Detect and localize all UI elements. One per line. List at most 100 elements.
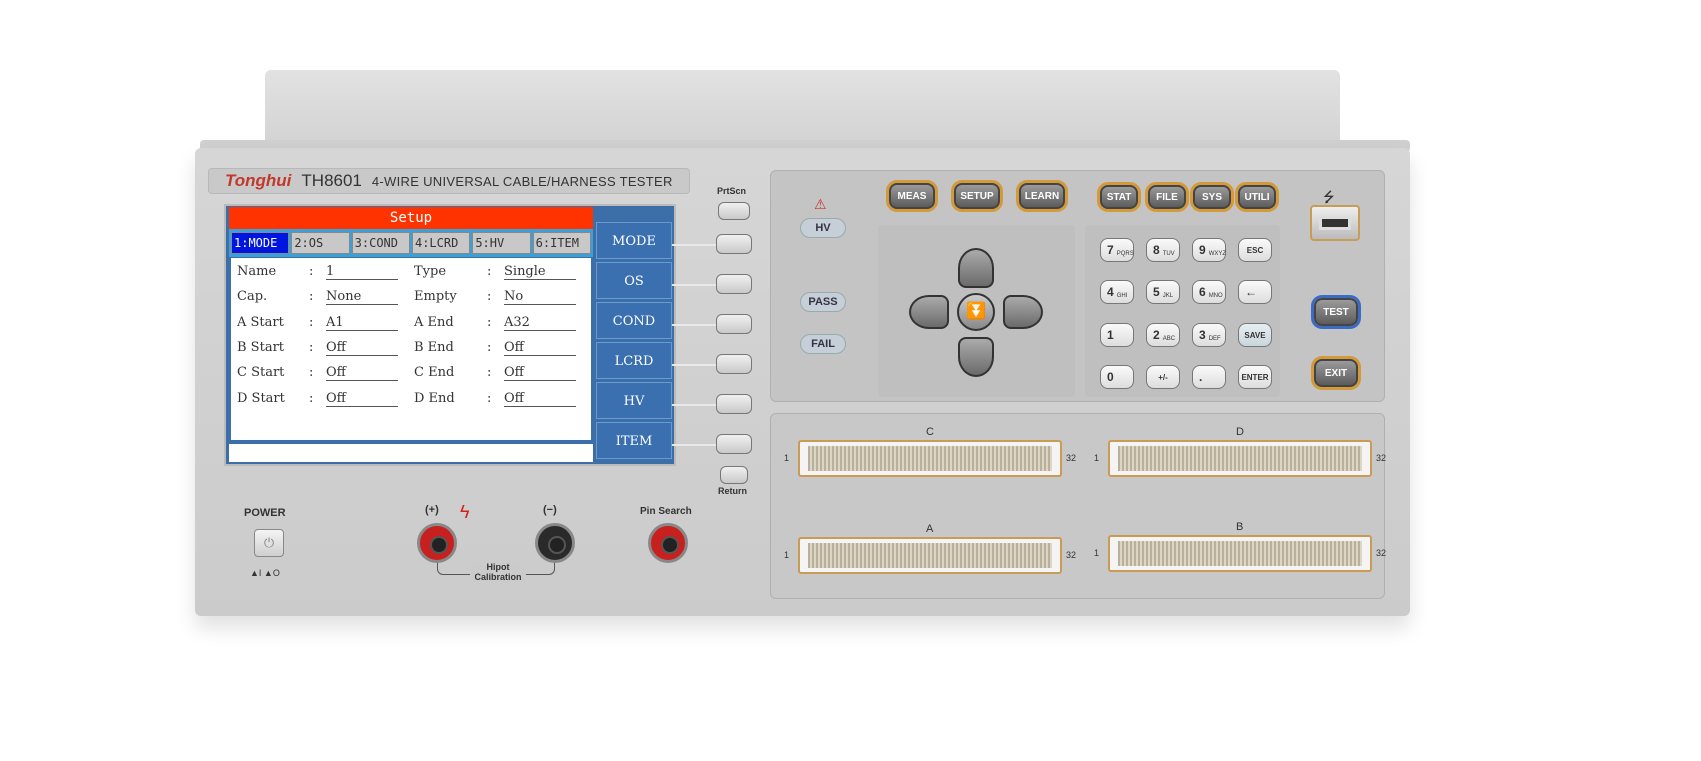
- field-colon: :: [487, 314, 492, 330]
- connector-end-pin: 32: [1066, 550, 1077, 560]
- field-label: A Start: [237, 314, 284, 330]
- connector-start-pin: 1: [1094, 453, 1100, 463]
- side-softkey-button[interactable]: [716, 394, 752, 414]
- keypad-key[interactable]: 5 JKL: [1146, 280, 1180, 304]
- tab-cond[interactable]: 3:COND: [351, 232, 410, 254]
- field-label: D End: [414, 390, 455, 406]
- softkey-lcrd[interactable]: LCRD: [596, 342, 672, 379]
- connector-label: B: [1236, 521, 1244, 533]
- form-row: Name : 1 Type : Single: [237, 264, 587, 286]
- side-softkey-button[interactable]: [716, 314, 752, 334]
- left-arrow-key[interactable]: [909, 295, 949, 329]
- softkey-item[interactable]: ITEM: [596, 422, 672, 459]
- exit-key[interactable]: EXIT: [1314, 359, 1358, 387]
- tab-item[interactable]: 6:ITEM: [532, 232, 591, 254]
- keypad-key[interactable]: 1: [1100, 323, 1134, 347]
- keypad-key[interactable]: ESC: [1238, 238, 1272, 262]
- prtscn-button[interactable]: [718, 202, 750, 220]
- field-value[interactable]: Off: [326, 340, 398, 356]
- keypad-key[interactable]: 7 PQRS: [1100, 238, 1134, 262]
- connector-c[interactable]: [798, 440, 1062, 477]
- file-key[interactable]: FILE: [1148, 185, 1186, 209]
- field-value[interactable]: Off: [504, 365, 576, 382]
- key-label: 6: [1199, 285, 1206, 299]
- usb-port[interactable]: [1310, 205, 1360, 241]
- hipot-minus-terminal[interactable]: [535, 523, 575, 563]
- softkey-column: MODE OS COND LCRD HV ITEM: [596, 222, 672, 462]
- down-arrow-key[interactable]: [958, 337, 994, 377]
- field-value[interactable]: Off: [326, 391, 398, 407]
- side-softkey-button[interactable]: [716, 434, 752, 454]
- softkey-hv[interactable]: HV: [596, 382, 672, 419]
- double-chevron-down-icon: ⏬: [966, 303, 986, 320]
- softkey-cond[interactable]: COND: [596, 302, 672, 339]
- field-value[interactable]: 1: [326, 264, 398, 280]
- enter-down-key[interactable]: ⏬: [957, 293, 995, 331]
- tab-os[interactable]: 2:OS: [291, 232, 350, 254]
- fail-indicator: FAIL: [800, 334, 846, 354]
- field-colon: :: [309, 390, 314, 406]
- learn-key[interactable]: LEARN: [1019, 183, 1065, 209]
- up-arrow-key[interactable]: [958, 248, 994, 288]
- keypad-key[interactable]: +/-: [1146, 365, 1180, 389]
- side-softkey-button[interactable]: [716, 354, 752, 374]
- right-arrow-key[interactable]: [1003, 295, 1043, 329]
- keypad-key[interactable]: 6 MNO: [1192, 280, 1226, 304]
- connector-end-pin: 32: [1376, 548, 1387, 558]
- keypad-key[interactable]: ←: [1238, 280, 1272, 304]
- field-value[interactable]: A32: [504, 315, 576, 331]
- connector-start-pin: 1: [784, 550, 790, 560]
- tab-mode[interactable]: 1:MODE: [231, 232, 290, 254]
- key-label: ENTER: [1241, 372, 1269, 382]
- tab-lcrd[interactable]: 4:LCRD: [411, 232, 471, 254]
- connector-d[interactable]: [1108, 440, 1372, 477]
- connector-b[interactable]: [1108, 535, 1372, 572]
- keypad-key[interactable]: 3 DEF: [1192, 323, 1226, 347]
- keypad-key[interactable]: 2 ABC: [1146, 323, 1180, 347]
- keypad-key[interactable]: 9 WXYZ: [1192, 238, 1226, 262]
- form-row: D Start : Off D End : Off: [237, 391, 587, 413]
- sys-key[interactable]: SYS: [1193, 185, 1231, 209]
- side-softkey-button[interactable]: [716, 274, 752, 294]
- test-key[interactable]: TEST: [1314, 298, 1358, 326]
- field-value[interactable]: Single: [504, 264, 576, 280]
- connector-a[interactable]: [798, 537, 1062, 574]
- device-top: [265, 70, 1340, 150]
- key-letters: GHI: [1116, 293, 1128, 299]
- setup-key[interactable]: SETUP: [954, 183, 1000, 209]
- utili-key[interactable]: UTILI: [1238, 185, 1276, 209]
- field-colon: :: [487, 390, 492, 406]
- hipot-plus-terminal[interactable]: [417, 523, 457, 563]
- field-value[interactable]: Off: [326, 365, 398, 382]
- keypad-key[interactable]: .: [1192, 365, 1226, 389]
- field-value[interactable]: A1: [326, 315, 398, 331]
- keypad-key[interactable]: SAVE: [1238, 323, 1272, 347]
- tab-hv[interactable]: 5:HV: [472, 232, 531, 254]
- softkey-lead: [672, 364, 718, 366]
- keypad-key[interactable]: ENTER: [1238, 365, 1272, 389]
- pin-search-terminal[interactable]: [648, 523, 688, 563]
- softkey-os[interactable]: OS: [596, 262, 672, 299]
- key-label: 8: [1153, 243, 1160, 257]
- power-legend: ▲I ▲O: [250, 568, 280, 578]
- power-label: POWER: [244, 507, 286, 519]
- meas-key[interactable]: MEAS: [889, 183, 935, 209]
- field-value[interactable]: None: [326, 289, 398, 306]
- field-colon: :: [487, 365, 492, 381]
- softkey-lead: [672, 244, 718, 246]
- field-value[interactable]: No: [504, 289, 576, 306]
- warning-icon: ⚠: [814, 196, 827, 212]
- keypad-key[interactable]: 0: [1100, 365, 1134, 389]
- power-button[interactable]: ⏻: [254, 529, 284, 557]
- side-softkey-button[interactable]: [716, 234, 752, 254]
- softkey-mode[interactable]: MODE: [596, 222, 672, 259]
- keypad-key[interactable]: 8 TUV: [1146, 238, 1180, 262]
- setup-form: Name : 1 Type : Single Cap. : None Empty …: [231, 258, 591, 440]
- return-button[interactable]: [720, 466, 748, 484]
- field-value[interactable]: Off: [504, 391, 576, 407]
- model-description: 4-WIRE UNIVERSAL CABLE/HARNESS TESTER: [371, 173, 673, 189]
- stat-key[interactable]: STAT: [1100, 185, 1138, 209]
- field-label: B End: [414, 339, 454, 355]
- field-value[interactable]: Off: [504, 340, 576, 356]
- keypad-key[interactable]: 4 GHI: [1100, 280, 1134, 304]
